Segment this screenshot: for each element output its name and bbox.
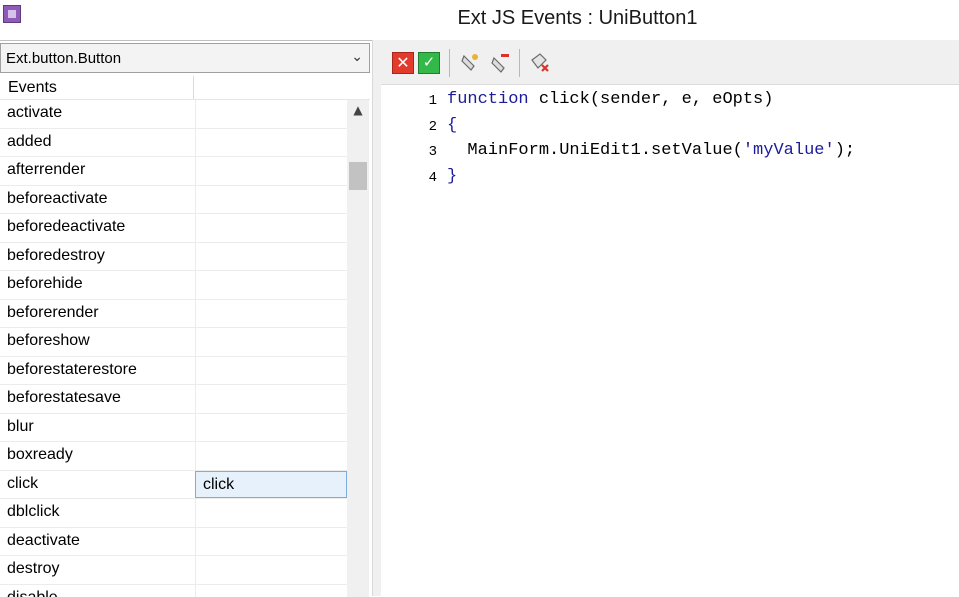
class-selector-dropdown[interactable]: Ext.button.Button ⌄ <box>0 43 370 73</box>
event-row[interactable]: blur <box>0 414 347 443</box>
line-number: 2 <box>423 119 437 135</box>
event-name: beforedeactivate <box>7 218 125 236</box>
event-handler-cell[interactable] <box>195 357 347 385</box>
event-row[interactable]: beforestaterestore <box>0 357 347 386</box>
event-handler-cell[interactable] <box>195 414 347 442</box>
event-row[interactable]: beforehide <box>0 271 347 300</box>
event-row[interactable]: boxready <box>0 442 347 471</box>
scroll-up-arrow-icon[interactable]: ▲ <box>347 100 369 120</box>
events-column-header[interactable]: Events <box>0 76 194 99</box>
event-row[interactable]: destroy <box>0 556 347 585</box>
event-name: boxready <box>7 446 73 464</box>
event-name: added <box>7 133 52 151</box>
event-handler-cell[interactable] <box>195 157 347 185</box>
event-name: afterrender <box>7 161 85 179</box>
clear-event-icon[interactable] <box>459 52 481 74</box>
event-row[interactable]: beforedestroy <box>0 243 347 272</box>
title-bar: Ext JS Events : UniButton1 <box>0 0 959 38</box>
panel-splitter[interactable] <box>372 40 381 596</box>
event-row[interactable]: dblclick <box>0 499 347 528</box>
class-selector-value: Ext.button.Button <box>6 50 121 67</box>
events-grid: activate added afterrender beforeactivate be… <box>0 100 347 597</box>
event-name: dblclick <box>7 503 59 521</box>
event-handler-cell[interactable] <box>195 243 347 271</box>
line-number-gutter <box>381 85 441 597</box>
event-row[interactable]: disable <box>0 585 347 597</box>
window-title: Ext JS Events : UniButton1 <box>0 7 959 30</box>
events-grid-header: Events <box>0 76 370 100</box>
event-handler-cell[interactable] <box>195 442 347 470</box>
event-handler-cell[interactable] <box>195 528 347 556</box>
event-row[interactable]: beforedeactivate <box>0 214 347 243</box>
event-row[interactable]: added <box>0 129 347 158</box>
event-handler-cell[interactable] <box>195 385 347 413</box>
event-handler-cell[interactable] <box>195 186 347 214</box>
chevron-down-icon[interactable]: ⌄ <box>351 48 363 65</box>
event-name: beforeshow <box>7 332 90 350</box>
ok-button[interactable]: ✓ <box>418 52 440 74</box>
event-handler-cell[interactable] <box>195 214 347 242</box>
event-name: beforehide <box>7 275 83 293</box>
event-name: beforerender <box>7 304 99 322</box>
event-name: beforeactivate <box>7 190 108 208</box>
event-row[interactable]: beforerender <box>0 300 347 329</box>
event-handler-cell[interactable] <box>195 100 347 128</box>
event-row[interactable]: beforestatesave <box>0 385 347 414</box>
event-row[interactable]: beforeactivate <box>0 186 347 215</box>
event-handler-cell[interactable] <box>195 300 347 328</box>
event-name: destroy <box>7 560 59 578</box>
code-text: MainForm.UniEdit1.setValue('myValue'); <box>447 141 855 160</box>
line-number: 4 <box>423 170 437 186</box>
cancel-button[interactable]: ✕ <box>392 52 414 74</box>
event-handler-cell[interactable] <box>195 129 347 157</box>
event-name: beforestaterestore <box>7 361 137 379</box>
event-name: click <box>7 475 38 493</box>
erase-all-icon[interactable] <box>528 52 550 74</box>
event-handler-cell[interactable] <box>195 271 347 299</box>
line-number: 1 <box>423 93 437 109</box>
event-name: beforedestroy <box>7 247 105 265</box>
event-handler-cell[interactable] <box>195 499 347 527</box>
event-row[interactable]: beforeshow <box>0 328 347 357</box>
event-name: blur <box>7 418 34 436</box>
code-text: { <box>447 116 457 135</box>
events-grid-scrollbar[interactable]: ▲ <box>347 100 369 597</box>
remove-event-icon[interactable] <box>489 52 511 74</box>
event-handler-cell[interactable] <box>195 328 347 356</box>
scroll-thumb[interactable] <box>349 162 367 190</box>
event-name: beforestatesave <box>7 389 121 407</box>
event-name: activate <box>7 104 62 122</box>
code-editor[interactable]: 1 function click(sender, e, eOpts) 2 {3 Mai… <box>381 84 959 597</box>
editor-toolbar: ✕ ✓ <box>381 40 959 84</box>
event-handler-cell[interactable] <box>195 556 347 584</box>
code-text: } <box>447 167 457 186</box>
event-handler-cell[interactable] <box>195 585 347 597</box>
event-row[interactable]: activate <box>0 100 347 129</box>
event-row[interactable]: afterrender <box>0 157 347 186</box>
event-row[interactable]: deactivate <box>0 528 347 557</box>
event-row[interactable]: click click <box>0 471 347 500</box>
event-handler-cell[interactable]: click <box>195 471 347 499</box>
toolbar-separator <box>449 49 450 77</box>
line-number: 3 <box>423 144 437 160</box>
code-text: function click(sender, e, eOpts) <box>447 90 773 109</box>
event-name: deactivate <box>7 532 80 550</box>
toolbar-separator <box>519 49 520 77</box>
events-panel: Ext.button.Button ⌄ Events activate added… <box>0 40 372 597</box>
